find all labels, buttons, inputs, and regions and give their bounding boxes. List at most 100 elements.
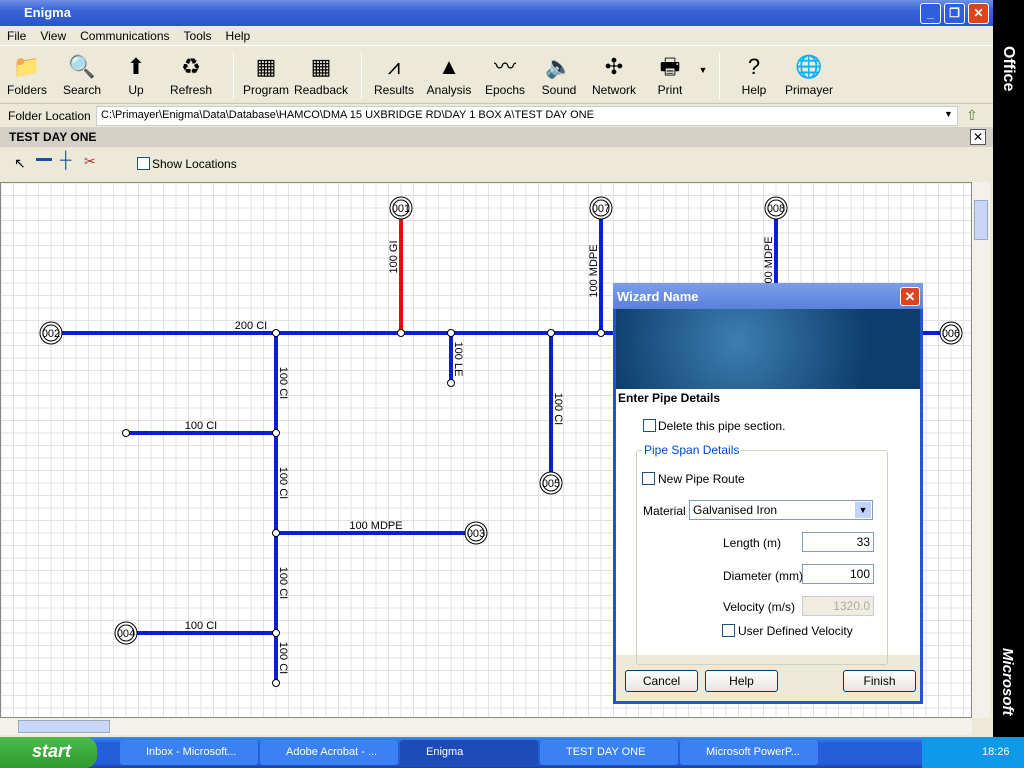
- node-label: 006: [942, 328, 960, 340]
- node-label: 007: [592, 203, 610, 215]
- pipe-label: 100 CI: [277, 642, 289, 674]
- toolbar-refresh-button[interactable]: ♻ Refresh: [164, 51, 218, 97]
- toolbar-network-button[interactable]: ✣ Network: [587, 51, 641, 97]
- show-locations-checkbox[interactable]: [137, 157, 150, 170]
- toolbar-label: Sound: [541, 83, 577, 97]
- microsoft-label: Microsoft: [999, 648, 1016, 716]
- length-input[interactable]: 33: [802, 532, 874, 552]
- toolbar-analysis-button[interactable]: ▲ Analysis: [422, 51, 476, 97]
- minimize-button[interactable]: _: [920, 3, 941, 24]
- material-label: Material: [643, 504, 686, 518]
- length-label: Length (m): [723, 536, 782, 550]
- folder-up-icon[interactable]: ⇧: [966, 107, 978, 124]
- vertical-scrollbar[interactable]: [972, 182, 990, 718]
- search-icon: 🔍: [68, 54, 96, 79]
- taskbar: start Inbox - Microsoft... Adobe Acrobat…: [0, 737, 1024, 768]
- menu-view[interactable]: View: [33, 26, 73, 46]
- task-enigma[interactable]: Enigma: [400, 740, 538, 765]
- junction[interactable]: [547, 329, 555, 337]
- menu-tools[interactable]: Tools: [177, 26, 219, 46]
- junction[interactable]: [272, 329, 280, 337]
- add-junction-tool-icon[interactable]: ┼: [60, 152, 71, 170]
- delete-pipe-label: Delete this pipe section.: [658, 419, 786, 433]
- add-pipe-tool-icon[interactable]: [36, 158, 52, 161]
- maximize-button[interactable]: ❐: [944, 3, 965, 24]
- scroll-thumb[interactable]: [974, 200, 988, 240]
- toolbar-epochs-button[interactable]: 〰 Epochs: [478, 51, 532, 97]
- network-icon: ✣: [604, 54, 624, 79]
- toolbar-primayer-button[interactable]: 🌐 Primayer: [782, 51, 836, 97]
- toolbar-help-button[interactable]: ? Help: [727, 51, 781, 97]
- toolbar-search-button[interactable]: 🔍 Search: [55, 51, 109, 97]
- scroll-thumb[interactable]: [18, 720, 110, 733]
- epochs-icon: 〰: [493, 54, 516, 79]
- print-icon: 🖶: [659, 54, 681, 79]
- junction[interactable]: [272, 529, 280, 537]
- folder-path-input[interactable]: C:\Primayer\Enigma\Data\Database\HAMCO\D…: [96, 106, 958, 126]
- finish-button[interactable]: Finish: [843, 670, 916, 692]
- dialog-banner-image: [616, 309, 920, 389]
- horizontal-scrollbar[interactable]: [0, 718, 972, 735]
- toolbar-folders-button[interactable]: 📁 Folders: [0, 51, 54, 97]
- show-locations-label: Show Locations: [152, 157, 237, 171]
- toolbar: 📁 Folders 🔍 Search ⬆ Up ♻ Refresh ▦ Program ▦ Readb…: [0, 47, 993, 104]
- velocity-label: Velocity (m/s): [723, 600, 796, 614]
- pipe-label: 100 CI: [277, 567, 289, 599]
- task-inbox[interactable]: Inbox - Microsoft...: [120, 740, 258, 765]
- dialog-close-button[interactable]: ✕: [900, 287, 920, 306]
- toolbar-print-button[interactable]: 🖶 Print: [643, 51, 697, 97]
- toolbar-readback-button[interactable]: ▦ Readback: [294, 51, 348, 97]
- delete-tool-icon[interactable]: ✂: [84, 153, 96, 170]
- menu-communications[interactable]: Communications: [73, 26, 176, 46]
- menu-bar: File View Communications Tools Help: [0, 26, 993, 46]
- pointer-tool-icon[interactable]: ↖: [14, 155, 26, 172]
- junction[interactable]: [397, 329, 405, 337]
- pipe-label: 100 LE: [452, 342, 464, 377]
- junction[interactable]: [447, 329, 455, 337]
- new-pipe-route-checkbox[interactable]: [642, 472, 655, 485]
- junction[interactable]: [272, 679, 280, 687]
- cancel-button[interactable]: Cancel: [625, 670, 698, 692]
- help-button[interactable]: Help: [705, 670, 778, 692]
- toolbar-separator: [361, 53, 362, 99]
- junction[interactable]: [272, 629, 280, 637]
- toolbar-label: Primayer: [784, 83, 833, 97]
- office-shortcut-bar: Office Microsoft: [993, 0, 1024, 737]
- delete-pipe-checkbox[interactable]: [643, 419, 656, 432]
- toolbar-label: Readback: [294, 83, 349, 97]
- toolbar-results-button[interactable]: ⩘ Results: [367, 51, 421, 97]
- toolbar-label: Refresh: [169, 83, 213, 97]
- diameter-label: Diameter (mm): [723, 569, 803, 583]
- menu-help[interactable]: Help: [219, 26, 258, 46]
- menu-file[interactable]: File: [0, 26, 33, 46]
- toolbar-up-button[interactable]: ⬆ Up: [109, 51, 163, 97]
- dialog-title-bar: Wizard Name ✕: [613, 283, 923, 309]
- toolbar-sound-button[interactable]: 🔈 Sound: [532, 51, 586, 97]
- start-button[interactable]: start: [0, 737, 97, 768]
- task-acrobat[interactable]: Adobe Acrobat - ...: [260, 740, 398, 765]
- node-label: 003: [467, 528, 485, 540]
- toolbar-separator: [233, 53, 234, 99]
- diameter-input[interactable]: 100: [802, 564, 874, 584]
- toolbar-label: Help: [741, 83, 767, 97]
- pipe-span-group-label: Pipe Span Details: [642, 443, 742, 457]
- junction[interactable]: [597, 329, 605, 337]
- user-velocity-checkbox[interactable]: [722, 624, 735, 637]
- toolbar-program-button[interactable]: ▦ Program: [239, 51, 293, 97]
- chevron-down-icon[interactable]: ▼: [944, 109, 953, 119]
- close-button[interactable]: ✕: [968, 3, 989, 24]
- user-velocity-label: User Defined Velocity: [738, 624, 853, 638]
- close-panel-icon[interactable]: ✕: [970, 129, 986, 145]
- panel-title: TEST DAY ONE: [9, 130, 97, 144]
- node-label: 004: [117, 628, 135, 640]
- task-test-day-one[interactable]: TEST DAY ONE: [540, 740, 678, 765]
- junction[interactable]: [447, 379, 455, 387]
- material-select[interactable]: Galvanised Iron ▼: [689, 500, 873, 520]
- toolbar-more-icon[interactable]: ▼: [696, 65, 710, 75]
- refresh-icon: ♻: [181, 54, 201, 79]
- sound-icon: 🔈: [545, 54, 573, 79]
- task-powerpoint[interactable]: Microsoft PowerP...: [680, 740, 818, 765]
- chevron-down-icon[interactable]: ▼: [855, 502, 871, 518]
- junction[interactable]: [272, 429, 280, 437]
- junction[interactable]: [122, 429, 130, 437]
